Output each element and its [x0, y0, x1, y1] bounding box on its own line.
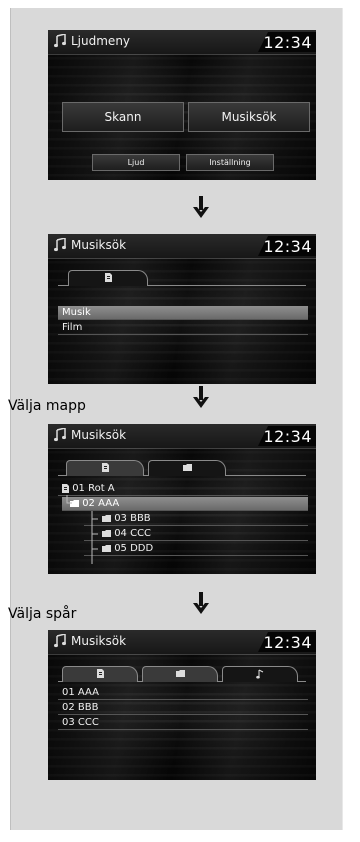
folder-label: 02 AAA	[82, 498, 120, 509]
clock: 12:34	[263, 237, 312, 256]
section-label-select-folder: Välja mapp	[8, 398, 86, 414]
clock-tab: 12:34	[258, 236, 316, 256]
folder-row[interactable]: 05 DDD	[84, 542, 308, 556]
folder-label: 05 DDD	[114, 543, 154, 554]
audio-menu-screen: Ljudmeny 12:34 Skann Musiksök Ljud Instä…	[48, 30, 316, 180]
settings-button[interactable]: Inställning	[186, 154, 274, 171]
folder-label: 01 Rot A	[72, 483, 115, 494]
folder-label: 03 BBB	[114, 513, 151, 524]
section-label-select-track: Välja spår	[8, 606, 77, 622]
screen-title: Musiksök	[71, 634, 127, 648]
track-row[interactable]: 02 BBB	[58, 701, 308, 715]
folder-icon	[102, 514, 111, 522]
clock: 12:34	[263, 33, 312, 52]
sd-card-icon	[96, 669, 104, 678]
tab-folder[interactable]	[148, 460, 226, 476]
folder-icon	[102, 529, 111, 537]
folder-icon	[70, 499, 79, 507]
sound-button[interactable]: Ljud	[92, 154, 180, 171]
clock: 12:34	[263, 427, 312, 446]
track-row[interactable]: 03 CCC	[58, 716, 308, 730]
folder-icon	[182, 464, 192, 471]
music-note-icon	[54, 634, 66, 648]
folder-icon	[175, 670, 185, 677]
music-note-icon	[256, 669, 264, 678]
music-note-icon	[54, 428, 66, 442]
list-item-music[interactable]: Musik	[58, 306, 308, 320]
music-note-icon	[54, 238, 66, 252]
screen-title: Musiksök	[71, 238, 127, 252]
clock-tab: 12:34	[258, 32, 316, 52]
sd-card-icon	[104, 273, 112, 282]
folder-row-root[interactable]: 01 Rot A	[58, 482, 308, 496]
clock-tab: 12:34	[258, 632, 316, 652]
folder-icon	[102, 544, 111, 552]
tab-sd-card[interactable]	[66, 460, 144, 476]
tab-sd-card[interactable]	[68, 270, 148, 286]
source-tabs	[48, 458, 316, 476]
sd-card-icon	[62, 483, 69, 493]
scan-button[interactable]: Skann	[62, 102, 184, 132]
music-note-icon	[54, 34, 66, 48]
folder-row[interactable]: 04 CCC	[84, 527, 308, 541]
title-bar: Ljudmeny 12:34	[48, 30, 316, 55]
folder-label: 04 CCC	[114, 528, 152, 539]
clock: 12:34	[263, 633, 312, 652]
down-arrow-icon	[193, 592, 209, 614]
folder-row[interactable]: 03 BBB	[84, 512, 308, 526]
tab-folder[interactable]	[142, 666, 218, 682]
screen-title: Musiksök	[71, 428, 127, 442]
title-bar: Musiksök 12:34	[48, 424, 316, 449]
music-search-button[interactable]: Musiksök	[188, 102, 310, 132]
title-bar: Musiksök 12:34	[48, 234, 316, 259]
sd-card-icon	[101, 463, 109, 472]
folder-row-selected[interactable]: 02 AAA	[62, 497, 308, 511]
down-arrow-icon	[193, 196, 209, 218]
folder-select-screen: Musiksök 12:34 01 Rot A 02 AAA 03 BBB 04…	[48, 424, 316, 574]
track-select-screen: Musiksök 12:34 01 AAA 02 BBB 03 CCC	[48, 630, 316, 780]
source-tabs	[48, 664, 316, 682]
tab-tracks[interactable]	[222, 666, 298, 682]
down-arrow-icon	[193, 386, 209, 408]
list-item-film[interactable]: Film	[58, 321, 308, 335]
music-search-screen: Musiksök 12:34 Musik Film	[48, 234, 316, 384]
track-row[interactable]: 01 AAA	[58, 686, 308, 700]
source-tabs	[48, 268, 316, 286]
clock-tab: 12:34	[258, 426, 316, 446]
title-bar: Musiksök 12:34	[48, 630, 316, 655]
tab-sd-card[interactable]	[62, 666, 138, 682]
screen-title: Ljudmeny	[71, 34, 131, 48]
